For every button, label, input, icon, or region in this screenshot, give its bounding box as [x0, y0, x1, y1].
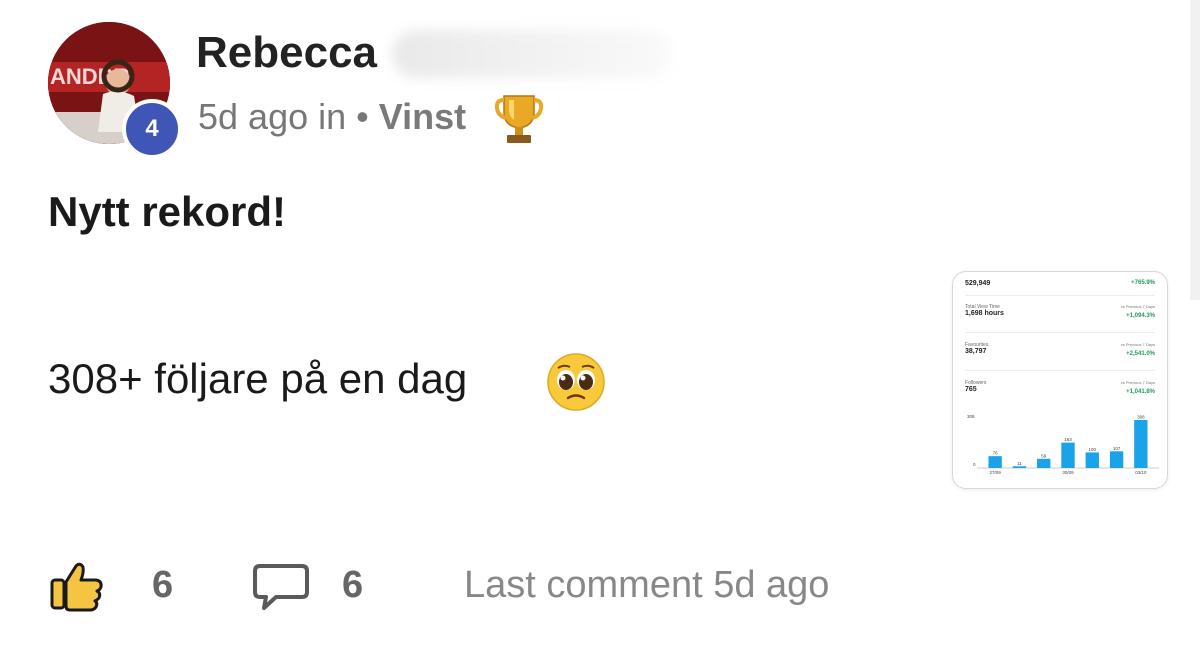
chart-x-tick-label: 27/09	[990, 470, 1002, 475]
chart-bar	[1134, 420, 1148, 468]
thumbs-up-icon[interactable]	[48, 560, 106, 617]
thumb-stat-compare: vs Previous 7 Days	[1120, 342, 1155, 347]
level-badge: 4	[122, 99, 182, 159]
thumb-top-value: 529,949	[965, 280, 991, 287]
chart-bar	[1061, 442, 1075, 468]
chart-zero-label: 0	[973, 462, 976, 467]
chart-ymax-label: 308	[967, 414, 975, 419]
chart-bar-value-label: 76	[993, 451, 999, 456]
post-title: Nytt rekord!	[48, 188, 287, 235]
chart-bar-value-label: 11	[1017, 461, 1022, 466]
chart-x-tick-label: 30/09	[1062, 470, 1074, 475]
post-body: 308+ följare på en dag	[48, 355, 468, 402]
trophy-icon	[494, 92, 544, 151]
chart-bar-value-label: 308	[1137, 415, 1145, 420]
scrollbar[interactable]	[1190, 0, 1200, 300]
pleading-face-emoji	[546, 352, 606, 417]
followers-bar-chart: 308 0 76 11 59 163 100 107 308 27/09 30/09 03/10	[967, 414, 1159, 475]
chart-bar-value-label: 100	[1089, 447, 1097, 452]
chart-bar-value-label: 59	[1041, 453, 1047, 458]
thumb-stat-compare: vs Previous 7 Days	[1120, 304, 1155, 309]
chart-bar-value-label: 107	[1113, 446, 1121, 451]
chart-bar	[1037, 458, 1051, 468]
post-time: 5d ago	[198, 96, 309, 137]
chart-x-tick-label: 03/10	[1135, 470, 1147, 475]
chart-bar	[1109, 451, 1124, 468]
chart-bar	[988, 456, 1002, 468]
like-count: 6	[152, 564, 174, 606]
category-link[interactable]: Vinst	[379, 96, 466, 137]
thumb-stat-compare: vs Previous 7 Days	[1120, 380, 1155, 385]
chart-bar	[1012, 466, 1027, 468]
chart-bar	[1085, 452, 1099, 468]
thumb-stat-change: +1,041.8%	[1126, 389, 1155, 395]
last-comment-time: Last comment 5d ago	[464, 564, 830, 606]
chart-bar-value-label: 163	[1064, 437, 1072, 442]
in-label: in	[318, 96, 347, 137]
author-name[interactable]: Rebecca	[196, 28, 377, 78]
meta-separator: •	[356, 96, 369, 137]
thumb-stat-change: +2,541.0%	[1126, 351, 1155, 357]
attached-image-thumbnail[interactable]: 529,949 +765.9% Total View Time 1,698 ho…	[952, 271, 1168, 489]
thumb-stat-change: +1,094.3%	[1126, 313, 1155, 319]
redacted-surname	[392, 30, 672, 78]
post-meta: 5d ago in • Vinst	[198, 96, 466, 138]
thumb-top-change: +765.9%	[1131, 280, 1155, 286]
speech-bubble-icon[interactable]	[252, 562, 310, 617]
comment-count: 6	[342, 564, 364, 606]
